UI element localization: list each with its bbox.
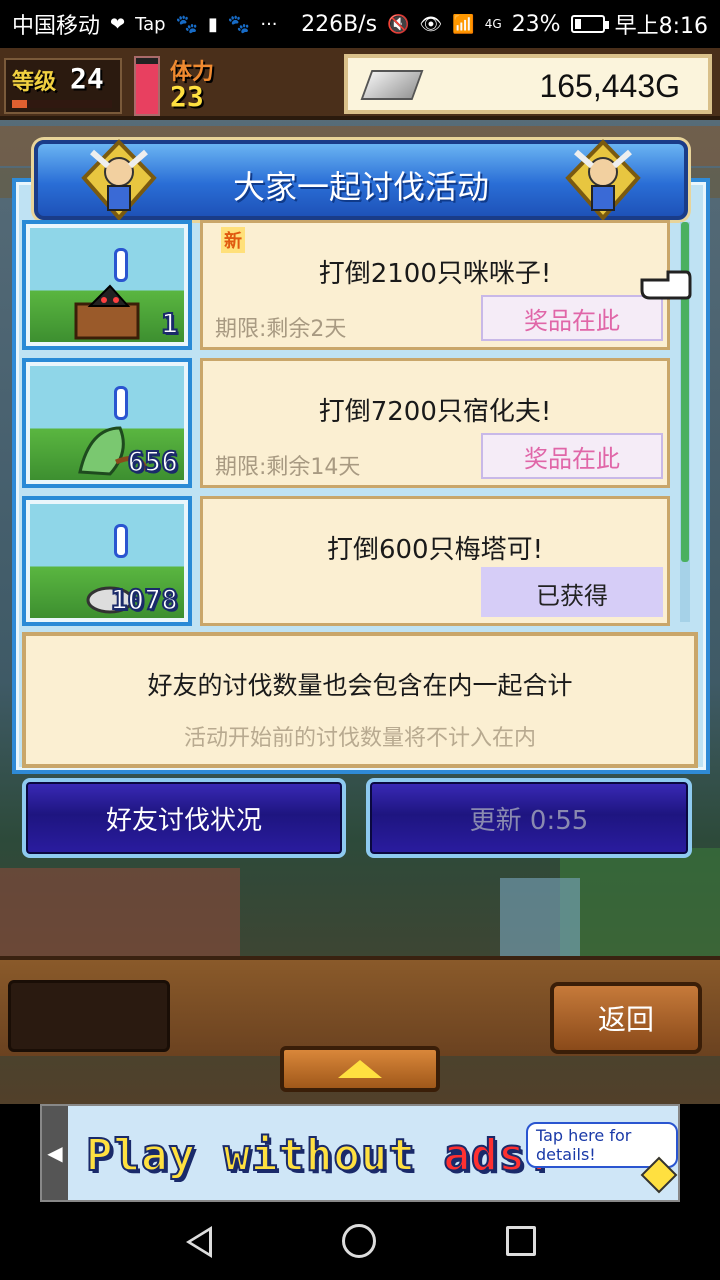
note-main: 好友的讨伐数量也会包含在内一起合计 [147, 671, 573, 700]
ad-banner[interactable]: ◀ Play without ads! Tap here for details… [40, 1104, 680, 1202]
level-label: 等级 [12, 70, 57, 95]
carrier-label: 中国移动 [12, 14, 101, 39]
ad-headline-part1: Play without [85, 1129, 444, 1182]
battery-icon [570, 15, 609, 33]
refresh-button[interactable]: 更新 0:55 [366, 778, 692, 858]
status-bar: 中国移动 ❤ Tap 🐾 ▮ 🐾 ··· 226B/s 🔇 👁 📶 4G 23%… [0, 0, 720, 48]
heart-icon: ❤ [110, 13, 126, 35]
level-value: 24 [70, 62, 104, 95]
lock-icon: ▮ [208, 13, 218, 35]
quest-title: 打倒7200只宿化夫! [318, 397, 552, 427]
kill-count: 1 [160, 306, 179, 341]
paw-icon: 🐾 [175, 13, 199, 35]
menu-slot[interactable] [8, 980, 170, 1052]
level-progress [12, 100, 112, 108]
ad-headline: Play without ads! [85, 1129, 553, 1182]
level-box: 等级 24 [4, 58, 122, 114]
mute-icon: 🔇 [387, 13, 410, 35]
expand-menu-button[interactable] [280, 1046, 440, 1092]
quest-deadline: 期限:剩余2天 [215, 317, 347, 342]
bottom-toolbar: 返回 [0, 956, 720, 1092]
nav-back-icon[interactable] [186, 1226, 212, 1258]
quest-title: 打倒2100只咪咪子! [318, 259, 552, 289]
ad-collapse-arrow-icon[interactable]: ◀ [42, 1106, 68, 1200]
alert-icon [114, 524, 128, 558]
chest-monster-icon [74, 284, 140, 340]
quest-card: 打倒600只梅塔可! 已获得 [200, 496, 670, 626]
alert-icon [114, 248, 128, 282]
clock: 早上8:16 [614, 14, 708, 39]
quest-card: 新 打倒2100只咪咪子! 期限:剩余2天 奖品在此 [200, 220, 670, 350]
note-sub: 活动开始前的讨伐数量将不计入在内 [183, 726, 536, 751]
up-arrow-icon [338, 1060, 382, 1078]
net-speed: 226B/s [301, 11, 378, 37]
event-note: 好友的讨伐数量也会包含在内一起合计 活动开始前的讨伐数量将不计入在内 [22, 632, 698, 768]
quest-deadline: 期限:剩余14天 [215, 455, 361, 480]
event-row: 656 打倒7200只宿化夫! 期限:剩余14天 奖品在此 [22, 358, 670, 488]
back-button[interactable]: 返回 [550, 982, 702, 1054]
kill-count: 656 [126, 444, 179, 479]
quest-title: 打倒600只梅塔可! [326, 535, 544, 565]
event-title-banner: 大家一起讨伐活动 [34, 139, 688, 222]
kill-count: 1078 [110, 582, 179, 617]
alert-icon [114, 386, 128, 420]
nav-recent-icon[interactable] [506, 1226, 536, 1256]
silver-bar-icon [360, 70, 424, 100]
pointer-hand-icon [640, 270, 692, 300]
quest-card: 打倒7200只宿化夫! 期限:剩余14天 奖品在此 [200, 358, 670, 488]
battery-percent: 23% [511, 11, 561, 37]
monster-thumbnail: 1078 [22, 496, 192, 626]
friends-status-button[interactable]: 好友讨伐状况 [22, 778, 346, 858]
paw-icon-2: 🐾 [227, 13, 251, 35]
gold-amount: 165,443G [539, 68, 680, 104]
eye-icon: 👁 [419, 13, 443, 35]
nav-home-icon[interactable] [342, 1224, 376, 1258]
tap-icon: Tap [135, 13, 166, 35]
gold-box: 165,443G [344, 54, 712, 114]
more-icon: ··· [260, 13, 278, 35]
system-nav-bar [0, 1204, 720, 1280]
angel-emblem-icon-right [565, 139, 641, 222]
event-row: 1 新 打倒2100只咪咪子! 期限:剩余2天 奖品在此 [22, 220, 670, 350]
wifi-icon: 📶 [452, 13, 475, 35]
stamina-value: 23 [170, 80, 204, 113]
prize-button[interactable]: 奖品在此 [481, 433, 663, 479]
stamina-gauge [134, 56, 160, 116]
monster-thumbnail: 656 [22, 358, 192, 488]
monster-thumbnail: 1 [22, 220, 192, 350]
prize-button[interactable]: 奖品在此 [481, 295, 663, 341]
event-row: 1078 打倒600只梅塔可! 已获得 [22, 496, 670, 626]
signal-label: 4G [484, 17, 502, 31]
obtained-badge: 已获得 [481, 567, 663, 617]
hud-bar: 等级 24 体力 23 165,443G [0, 48, 720, 120]
new-badge: 新 [221, 227, 245, 253]
